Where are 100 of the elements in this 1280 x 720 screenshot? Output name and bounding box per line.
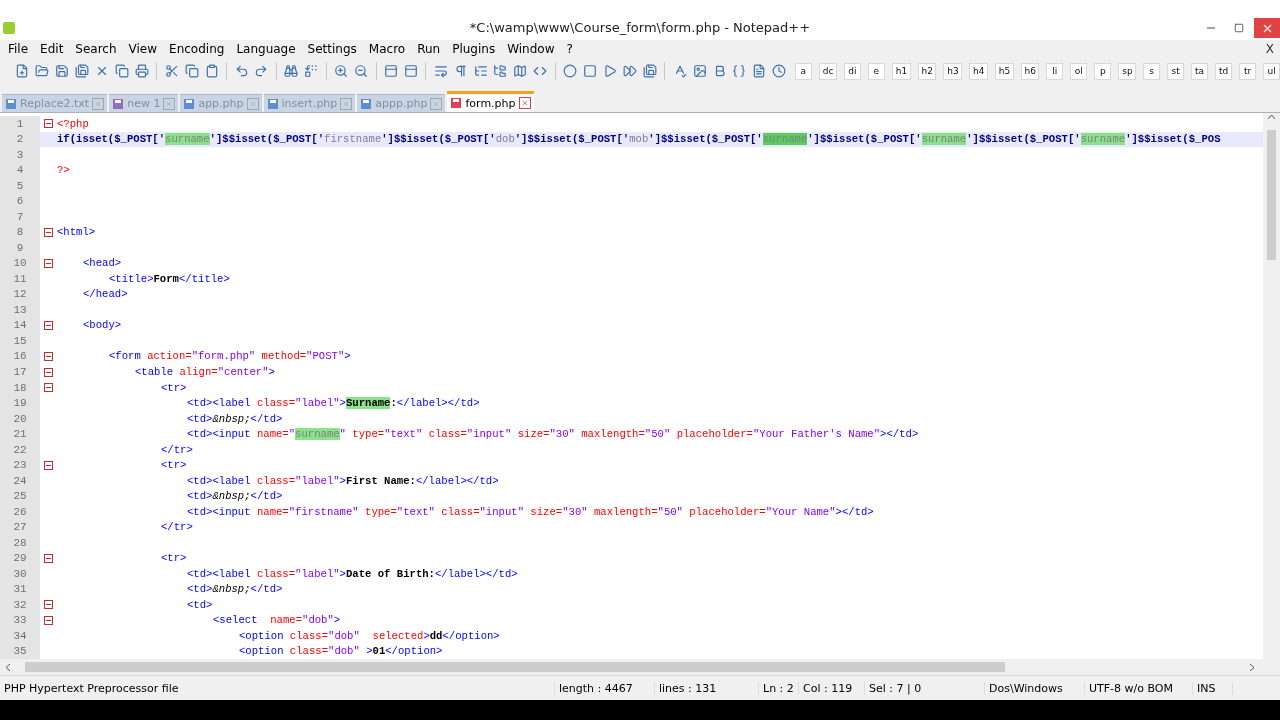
line-number: 9 (0, 240, 40, 256)
tag-insert-button[interactable]: ul (1263, 62, 1280, 80)
menu-item[interactable]: Edit (34, 42, 70, 56)
code-line: <td><label class="label">First Name:</label></td> (186, 474, 499, 487)
file-icon (112, 97, 125, 110)
code-line: <td>&nbsp;</td> (186, 412, 283, 425)
code-line: </tr> (160, 443, 193, 456)
tag-insert-button[interactable]: h6 (1020, 62, 1040, 80)
code-line: <title>Form</title> (108, 272, 230, 285)
save-icon[interactable] (53, 62, 71, 80)
copy-icon[interactable] (183, 62, 201, 80)
fold-minus-icon[interactable] (44, 227, 53, 237)
code-line: <select name="dob"> (212, 614, 341, 627)
fold-minus-icon[interactable] (44, 367, 53, 377)
tag-insert-button[interactable]: e (867, 62, 885, 80)
line-number: 23 (0, 457, 40, 473)
tag-insert-button[interactable]: a (794, 62, 812, 80)
tag-insert-button[interactable]: p (1094, 62, 1112, 80)
scroll-left-icon[interactable] (4, 662, 13, 672)
line-number: 7 (0, 209, 40, 225)
image-icon[interactable] (691, 62, 709, 80)
line-number: 3 (0, 147, 40, 163)
scrollbar-thumb[interactable] (1267, 130, 1276, 260)
save-all-icon[interactable] (73, 62, 91, 80)
tag-insert-button[interactable]: h1 (891, 62, 911, 80)
stop-icon[interactable] (581, 62, 599, 80)
braces-icon[interactable] (731, 62, 748, 80)
fold-minus-icon[interactable] (44, 600, 53, 610)
code-line: <td> (186, 598, 213, 611)
file-icon (450, 97, 463, 109)
fold-minus-icon[interactable] (44, 258, 53, 268)
line-number: 17 (0, 364, 40, 380)
code-line: <tr> (160, 459, 187, 472)
menu-item[interactable]: Settings (301, 42, 363, 56)
restore-icon (1234, 23, 1244, 33)
line-number: 21 (0, 426, 40, 442)
fold-minus-icon[interactable] (44, 320, 53, 330)
lines-label: lines : 131 (655, 681, 759, 695)
file-icon (360, 97, 373, 110)
menu-item[interactable]: ? (560, 42, 579, 56)
tag-insert-button[interactable]: li (1046, 62, 1064, 80)
menu-item[interactable]: Window (501, 42, 561, 56)
search-icon[interactable] (282, 62, 300, 80)
menu-item[interactable]: Macro (362, 42, 412, 56)
tag-insert-button[interactable]: h2 (917, 62, 937, 80)
record-icon[interactable] (561, 62, 579, 80)
encoding-label: UTF-8 w/o BOM (1085, 681, 1193, 695)
tag-insert-button[interactable]: di (843, 62, 861, 80)
fold-minus-icon[interactable] (44, 615, 53, 625)
tag-insert-button[interactable]: s (1143, 62, 1161, 80)
window-title: *C:\wamp\www\Course_form\form.php - Notepad++ (468, 20, 812, 37)
tag-insert-button[interactable]: h5 (994, 62, 1014, 80)
menu-item[interactable]: Search (69, 42, 123, 56)
fold-minus-icon[interactable] (44, 352, 53, 361)
zoom-out-icon[interactable] (352, 62, 370, 80)
code-line: <body> (82, 319, 122, 332)
line-position: Ln : 2 (759, 681, 799, 695)
tag-insert-button[interactable]: td (1215, 62, 1233, 80)
fold-minus-icon[interactable] (44, 553, 53, 563)
line-number: 25 (0, 488, 40, 504)
tag-insert-button[interactable]: st (1167, 62, 1185, 80)
selection-label: Sel : 7 | 0 (865, 681, 985, 695)
line-number: 11 (0, 271, 40, 287)
clock-icon[interactable] (770, 62, 788, 80)
close-document-button[interactable]: X (1265, 42, 1280, 56)
code-line: <table align="center"> (134, 366, 275, 378)
menu-item[interactable]: File (2, 42, 35, 56)
tag-insert-button[interactable]: ol (1070, 62, 1088, 80)
tag-insert-button[interactable]: h3 (943, 62, 963, 80)
line-ending-label: Dos\Windows (985, 681, 1085, 695)
print-icon[interactable] (133, 62, 151, 80)
scroll-right-icon[interactable] (1247, 662, 1256, 672)
code-line: <tr> (160, 381, 187, 394)
code-line: <td>&nbsp;</td> (186, 490, 283, 503)
fold-minus-icon[interactable] (44, 383, 53, 392)
fold-minus-icon[interactable] (44, 119, 53, 129)
menu-item[interactable]: Encoding (163, 42, 231, 56)
zoom-in-icon[interactable] (332, 62, 350, 80)
menu-item[interactable]: View (122, 42, 164, 56)
close-button[interactable] (1254, 18, 1280, 38)
map-icon[interactable] (511, 62, 529, 80)
menu-item[interactable]: Plugins (446, 42, 502, 56)
menu-item[interactable]: Run (411, 42, 447, 56)
tag-insert-button[interactable]: h4 (969, 62, 988, 80)
code-line: <?php (57, 117, 89, 130)
tag-insert-button[interactable]: dc (818, 62, 837, 80)
tag-insert-button[interactable]: tr (1239, 62, 1257, 80)
tag-insert-button[interactable]: sp (1118, 62, 1137, 80)
scroll-up-icon[interactable] (1267, 113, 1276, 122)
file-icon (183, 97, 196, 110)
code-line: <option class="dob" >01</option> (238, 645, 443, 658)
line-number: 5 (0, 178, 40, 194)
replace-icon[interactable] (302, 62, 320, 80)
column-position: Col : 119 (799, 681, 865, 695)
tab-close-icon[interactable] (518, 97, 531, 109)
fold-minus-icon[interactable] (44, 460, 53, 470)
menu-item[interactable]: Language (230, 42, 302, 56)
file-tab[interactable]: form.php (447, 91, 534, 112)
tag-insert-button[interactable]: ta (1191, 62, 1209, 80)
scrollbar-thumb[interactable] (25, 662, 1005, 672)
